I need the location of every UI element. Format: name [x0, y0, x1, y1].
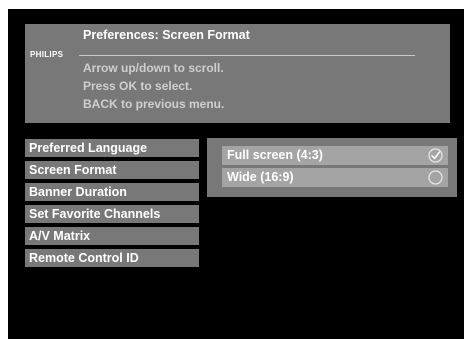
instruction-select: Press OK to select.: [83, 79, 193, 93]
header-panel: PHILIPS Preferences: Screen Format Arrow…: [25, 24, 450, 123]
option-label: Wide (16:9): [227, 170, 294, 184]
menu-item-av-matrix[interactable]: A/V Matrix: [25, 227, 199, 245]
option-full-screen[interactable]: Full screen (4:3): [222, 146, 448, 165]
instruction-back: BACK to previous menu.: [83, 97, 225, 111]
page-title: Preferences: Screen Format: [83, 28, 250, 42]
instruction-scroll: Arrow up/down to scroll.: [83, 61, 224, 75]
menu-item-remote-control-id[interactable]: Remote Control ID: [25, 249, 199, 267]
header-divider: [79, 55, 415, 56]
brand-logo: PHILIPS: [30, 50, 64, 59]
menu-item-set-favorite-channels[interactable]: Set Favorite Channels: [25, 205, 199, 223]
tv-screen: PHILIPS Preferences: Screen Format Arrow…: [8, 9, 464, 339]
menu-item-preferred-language[interactable]: Preferred Language: [25, 139, 199, 157]
radio-circle-icon: [428, 170, 443, 185]
menu-item-banner-duration[interactable]: Banner Duration: [25, 183, 199, 201]
check-circle-icon: [428, 148, 443, 163]
option-label: Full screen (4:3): [227, 148, 323, 162]
options-panel: Full screen (4:3) Wide (16:9): [207, 138, 457, 197]
menu-item-screen-format[interactable]: Screen Format: [25, 161, 199, 179]
option-wide[interactable]: Wide (16:9): [222, 168, 448, 187]
